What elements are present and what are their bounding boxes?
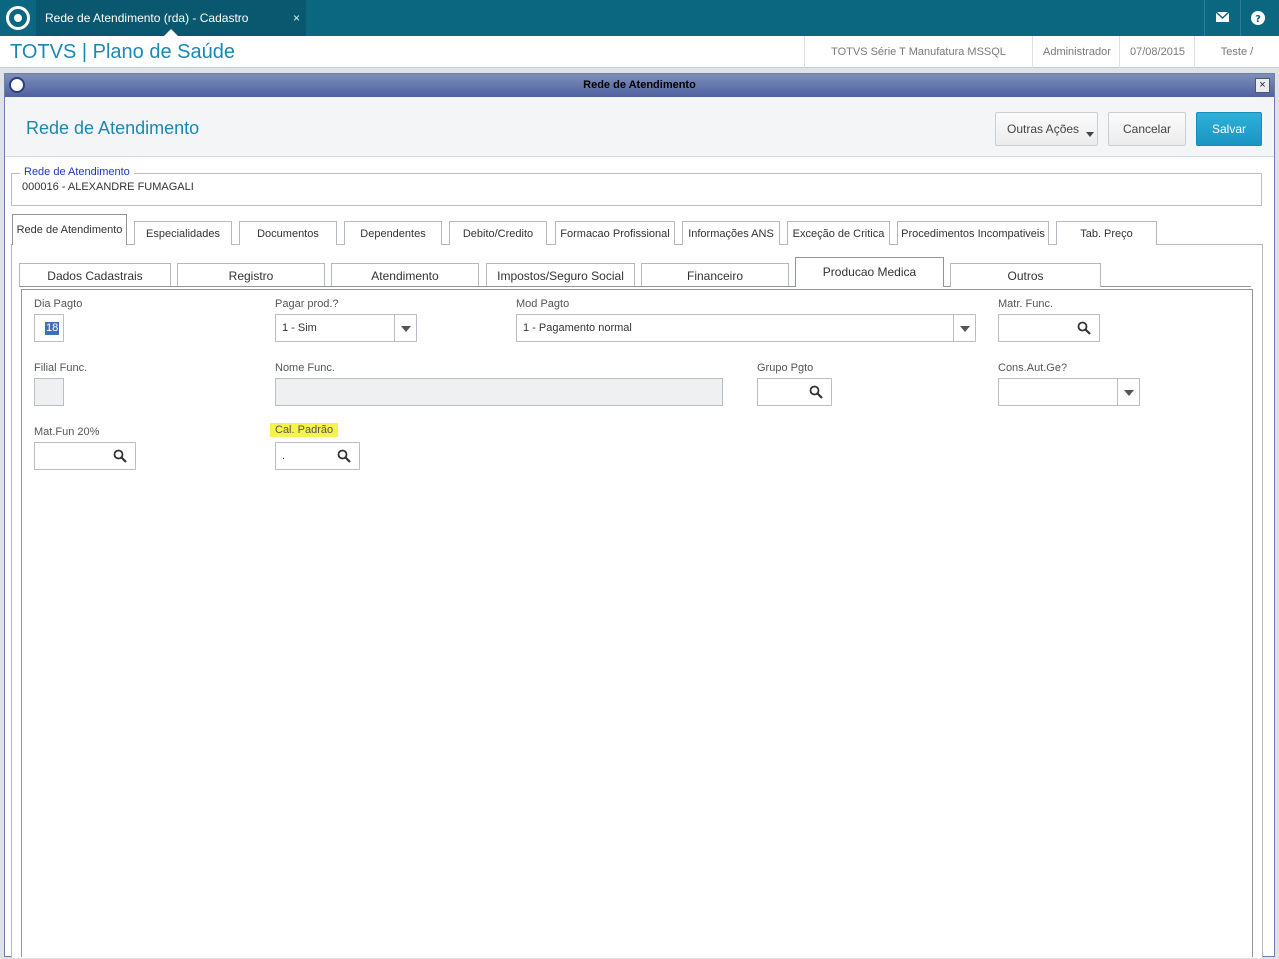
cons-aut-select[interactable] [998,378,1140,406]
company-info: Teste / Matriz [1194,36,1279,90]
tab-tab-preco[interactable]: Tab. Preço [1056,221,1157,245]
mod-pagto-select[interactable]: 1 - Pagamento normal [516,314,976,342]
subtab-registro[interactable]: Registro [177,263,325,287]
mod-pagto-value: 1 - Pagamento normal [523,322,632,334]
tab-rede-atendimento-cadastro[interactable]: Rede de Atendimento (rda) - Cadastro [02… [36,0,306,61]
tab-notch [164,29,178,36]
matr-func-input[interactable] [998,314,1100,342]
dia-pagto-value: 18 [45,322,60,335]
dialog-close-icon[interactable]: × [1255,78,1270,93]
cons-aut-label: Cons.Aut.Ge? [998,362,1068,374]
subtab-dados-cadastrais[interactable]: Dados Cadastrais [19,263,171,287]
tab-especialidades[interactable]: Especialidades [134,221,232,245]
svg-text:?: ? [1255,14,1261,25]
dialog-titlebar: Rede de Atendimento × [5,74,1274,97]
filial-func-input [34,378,64,406]
cal-padrao-value: . [282,450,286,462]
cancel-button[interactable]: Cancelar [1108,112,1186,146]
cal-padrao-input[interactable]: . [275,442,360,470]
search-icon[interactable] [337,449,351,463]
cal-padrao-label-wrap: Cal. Padrão [270,423,339,437]
mat-fun20-input[interactable] [34,442,136,470]
record-fieldset: Rede de Atendimento 000016 - ALEXANDRE F… [11,166,1262,206]
tab-documentos[interactable]: Documentos [239,221,337,245]
mod-pagto-label: Mod Pagto [516,298,570,310]
grupo-pgto-label: Grupo Pgto [757,362,814,374]
pagar-prod-value: 1 - Sim [282,322,317,334]
subtab-impostos-seguro-social[interactable]: Impostos/Seguro Social [486,263,635,287]
dialog-window: Rede de Atendimento × Rede de Atendiment… [4,73,1275,958]
pagar-prod-label: Pagar prod.? [275,298,339,310]
mail-icon[interactable] [1208,9,1236,27]
tab-informacoes-ans[interactable]: Informações ANS [682,221,780,245]
caret-down-icon [1086,132,1094,137]
user-info: Administrador [1032,36,1119,68]
matr-func-label: Matr. Func. [998,298,1054,310]
cal-padrao-label: Cal. Padrão [270,423,339,437]
subtab-financeiro[interactable]: Financeiro [641,263,789,287]
app-header: TOTVS | Plano de Saúde TOTVS Série T Man… [0,36,1279,90]
nome-func-label: Nome Func. [275,362,335,374]
tab-procedimentos-incompativeis[interactable]: Procedimentos Incompativeis [897,221,1049,245]
save-button[interactable]: Salvar [1196,112,1262,146]
outras-acoes-label: Outras Ações [1007,122,1080,136]
search-icon[interactable] [1077,321,1091,335]
dia-pagto-input[interactable]: 18 [34,314,64,342]
filial-func-label: Filial Func. [34,362,88,374]
mat-fun20-label: Mat.Fun 20% [34,426,100,438]
tab-dependentes[interactable]: Dependentes [344,221,442,245]
environment-info: TOTVS Série T Manufatura MSSQL Mzp12 [804,36,1032,90]
pagar-prod-select[interactable]: 1 - Sim [275,314,417,342]
tab-formacao-profissional[interactable]: Formacao Profissional [555,221,675,245]
record-value: 000016 - ALEXANDRE FUMAGALI [22,181,194,193]
tab-close-icon[interactable]: × [293,0,300,36]
search-icon[interactable] [809,385,823,399]
tab-rede-de-atendimento[interactable]: Rede de Atendimento [12,214,127,245]
form-toolbar: Rede de Atendimento Outras Ações Cancela… [5,97,1274,157]
subtab-producao-medica[interactable]: Producao Medica [795,257,944,287]
divider [1204,0,1205,36]
search-icon[interactable] [113,449,127,463]
form-title: Rede de Atendimento [26,118,200,138]
totvs-logo-icon[interactable] [6,6,30,30]
grupo-pgto-input[interactable] [757,378,832,406]
product-title: TOTVS | Plano de Saúde [10,41,235,63]
date-info: 07/08/2015 [1119,36,1194,68]
chevron-down-icon[interactable] [394,315,416,341]
record-legend: Rede de Atendimento [20,166,134,178]
dialog-title: Rede de Atendimento [583,79,696,91]
subtab-outros[interactable]: Outros [950,263,1101,287]
chevron-down-icon[interactable] [953,315,975,341]
tab-excecao-de-critica[interactable]: Exceção de Critica [787,221,890,245]
nome-func-input [275,378,723,406]
chevron-down-icon[interactable] [1117,379,1139,405]
main-tabs: Rede de Atendimento Especialidades Docum… [11,214,1263,245]
help-icon[interactable]: ? [1244,8,1272,28]
dia-pagto-label: Dia Pagto [34,298,83,310]
subtab-atendimento[interactable]: Atendimento [331,263,479,287]
producao-medica-panel: Dia Pagto 18 Pagar prod.? 1 - Sim Mod Pa… [21,289,1253,957]
divider [1240,0,1241,36]
outras-acoes-button[interactable]: Outras Ações [995,112,1098,146]
tab-debito-credito[interactable]: Debito/Credito [449,221,547,245]
top-bar: Rede de Atendimento (rda) - Cadastro [02… [0,0,1279,61]
